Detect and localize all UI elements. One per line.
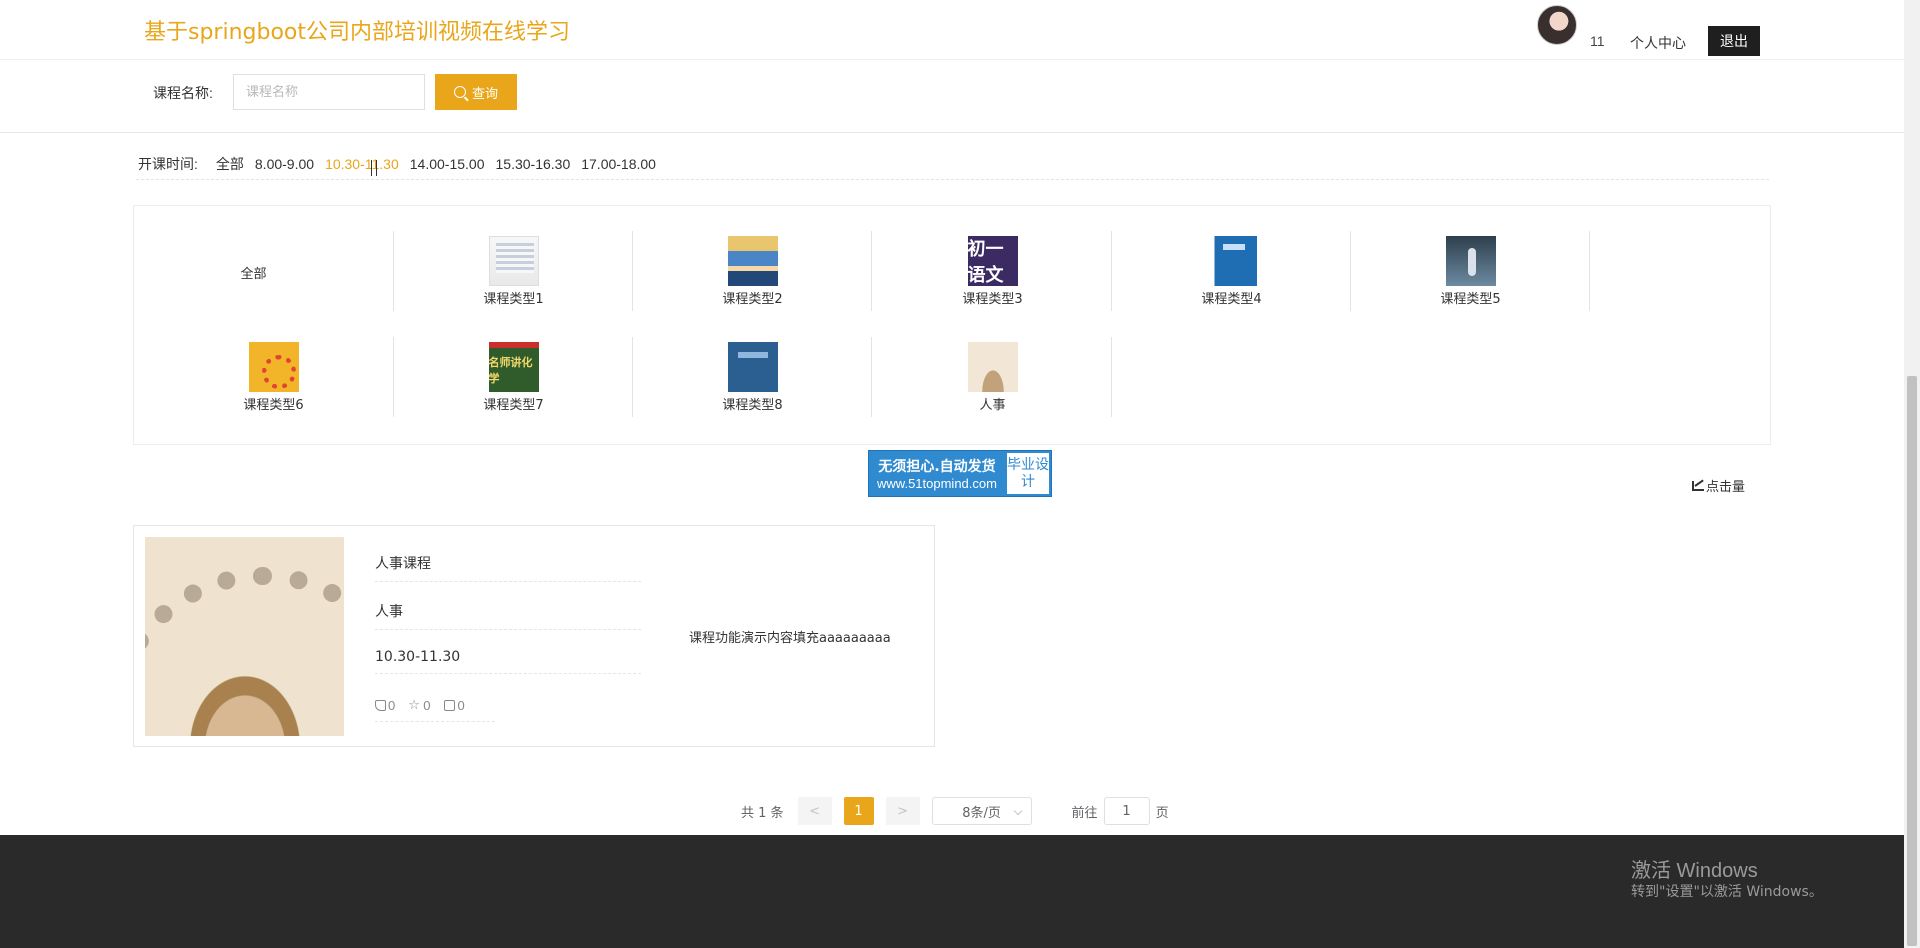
like-count: 0 (388, 698, 396, 713)
chart-icon (1692, 480, 1704, 491)
category-hr-thumb (967, 341, 1018, 392)
prev-page-button[interactable]: < (797, 797, 832, 825)
divider (1111, 337, 1112, 417)
search-button[interactable]: 查询 (435, 74, 517, 110)
category-label: 全部 (240, 266, 267, 282)
username: 11 (1590, 33, 1605, 49)
logout-button[interactable]: 退出 (1708, 26, 1760, 56)
windows-watermark-subtitle: 转到"设置"以激活 Windows。 (1631, 884, 1823, 900)
goto-label: 前往 (1071, 805, 1098, 821)
banner-line-2: www.51topmind.com (877, 476, 997, 491)
comment-icon (444, 700, 456, 711)
site-title[interactable]: 基于springboot公司内部培训视频在线学习 (144, 14, 570, 46)
scrollbar-thumb[interactable] (1907, 376, 1917, 946)
category-6-thumb (248, 341, 299, 392)
category-hr[interactable]: 人事 (873, 337, 1112, 417)
course-description: 课程功能演示内容填充aaaaaaaaa (689, 631, 891, 646)
divider (136, 179, 1769, 180)
search-label: 课程名称: (153, 85, 213, 101)
time-option-1030[interactable]: 10.30-11.30 (325, 156, 399, 172)
category-4-thumb (1206, 235, 1257, 286)
category-5-thumb (1445, 235, 1496, 286)
text-cursor-icon (371, 160, 377, 176)
category-label: 人事 (979, 397, 1006, 413)
category-6[interactable]: 课程类型6 (154, 337, 393, 417)
thumbs-up-icon (375, 700, 386, 711)
sort-by-clicks[interactable]: 点击量 (1692, 476, 1745, 495)
divider (871, 337, 872, 417)
search-input[interactable] (233, 74, 425, 110)
next-page-button[interactable]: > (885, 797, 920, 825)
promo-banner[interactable]: 无须担心.自动发货 www.51topmind.com 毕业设计 (868, 450, 1052, 497)
course-stats: 0 0 0 (375, 697, 495, 722)
category-7-thumb: 名师讲化学 (488, 341, 539, 392)
category-label: 课程类型7 (483, 397, 544, 413)
course-time: 10.30-11.30 (375, 649, 641, 674)
course-image (145, 537, 344, 736)
favorite-count: 0 (423, 698, 431, 713)
category-5[interactable]: 课程类型5 (1351, 231, 1590, 311)
comment-count: 0 (457, 698, 465, 713)
footer (0, 835, 1904, 948)
time-option-1400[interactable]: 14.00-15.00 (410, 156, 485, 172)
search-button-label: 查询 (471, 86, 498, 102)
category-label: 课程类型8 (722, 397, 783, 413)
category-2[interactable]: 课程类型2 (633, 231, 872, 311)
category-2-thumb (727, 235, 778, 286)
header: 基于springboot公司内部培训视频在线学习 11 个人中心 退出 (0, 0, 1904, 60)
comment-stat[interactable]: 0 (444, 698, 465, 713)
time-filter: 开课时间: 全部 8.00-9.00 10.30-11.30 14.00-15.… (138, 154, 667, 174)
divider (871, 231, 872, 311)
category-label: 课程类型3 (962, 291, 1023, 307)
page-suffix: 页 (1155, 805, 1169, 821)
like-stat[interactable]: 0 (375, 698, 395, 713)
category-label: 课程类型5 (1440, 291, 1501, 307)
course-card[interactable]: 人事课程 人事 10.30-11.30 0 0 0 课程功能演示内容填充aaaa… (133, 525, 935, 747)
banner-text: 无须担心.自动发货 www.51topmind.com (869, 451, 1005, 496)
chevron-down-icon (1013, 806, 1022, 816)
divider (1589, 231, 1590, 311)
time-option-1700[interactable]: 17.00-18.00 (581, 156, 656, 172)
category-4[interactable]: 课程类型4 (1112, 231, 1351, 311)
avatar[interactable] (1537, 5, 1577, 45)
category-8[interactable]: 课程类型8 (633, 337, 872, 417)
sort-label: 点击量 (1706, 480, 1746, 495)
banner-badge: 毕业设计 (1005, 451, 1051, 496)
pagination-total: 共 1 条 (741, 805, 784, 821)
pagination: 共 1 条 < 1 > 8条/页 前往 页 (741, 797, 1169, 825)
category-label: 课程类型1 (483, 291, 544, 307)
time-option-0800[interactable]: 8.00-9.00 (255, 156, 314, 172)
category-3-thumb: 初一语文 (967, 235, 1018, 286)
category-label: 课程类型2 (722, 291, 783, 307)
divider (0, 132, 1904, 133)
category-1[interactable]: 课程类型1 (394, 231, 633, 311)
time-option-all[interactable]: 全部 (216, 154, 244, 174)
course-category: 人事 (375, 601, 641, 630)
category-8-thumb (727, 341, 778, 392)
page-number-1[interactable]: 1 (843, 797, 874, 825)
category-label: 课程类型6 (243, 397, 304, 413)
time-filter-label: 开课时间: (138, 156, 198, 172)
banner-line-1: 无须担心.自动发货 (878, 459, 996, 475)
course-name: 人事课程 (375, 553, 641, 582)
category-label: 课程类型4 (1201, 291, 1262, 307)
windows-watermark-title: 激活 Windows (1631, 860, 1758, 882)
page-size-select[interactable]: 8条/页 (931, 797, 1032, 825)
personal-center-link[interactable]: 个人中心 (1630, 33, 1686, 53)
favorite-stat[interactable]: 0 (408, 697, 431, 714)
category-1-thumb (488, 235, 539, 286)
category-all[interactable]: 全部 (134, 231, 373, 311)
category-7[interactable]: 名师讲化学 课程类型7 (394, 337, 633, 417)
goto-page-input[interactable] (1103, 797, 1150, 825)
page-size-value: 8条/页 (962, 805, 1001, 821)
search-icon (453, 86, 466, 98)
time-option-1530[interactable]: 15.30-16.30 (496, 156, 571, 172)
category-panel: 全部 课程类型1 课程类型2 初一语文 课程类型3 课程类型4 课程类型5 课程… (133, 205, 1771, 445)
star-icon (408, 697, 421, 713)
category-3[interactable]: 初一语文 课程类型3 (873, 231, 1112, 311)
